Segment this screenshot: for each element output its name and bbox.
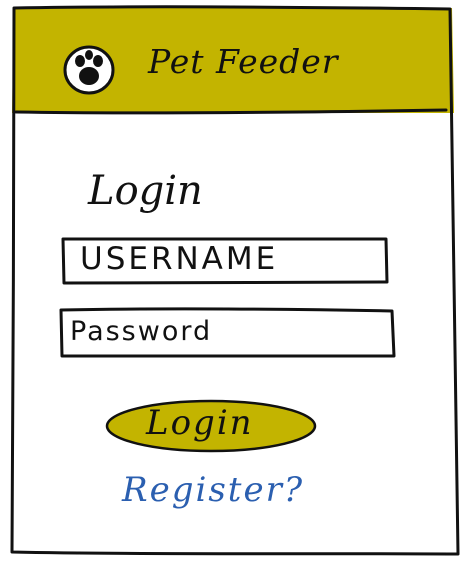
login-heading: Login: [88, 168, 203, 214]
username-field[interactable]: USERNAME: [60, 236, 390, 286]
username-text: USERNAME: [80, 241, 279, 277]
password-field[interactable]: Password: [58, 306, 396, 360]
password-text: Password: [70, 316, 213, 347]
app-title: Pet Feeder: [148, 42, 339, 81]
login-button[interactable]: Login: [104, 397, 318, 455]
login-button-label: Login: [146, 403, 254, 443]
paw-icon: [63, 45, 115, 95]
register-link[interactable]: Register?: [122, 470, 304, 510]
